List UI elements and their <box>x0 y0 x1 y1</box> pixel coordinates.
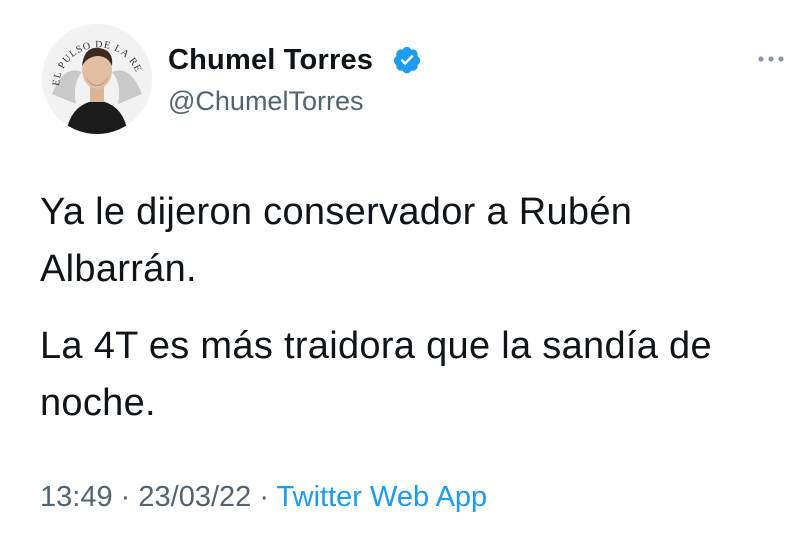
tweet-text-paragraph: La 4T es más traidora que la sandía de n… <box>40 325 712 424</box>
meta-separator: · <box>259 481 269 513</box>
tweet-source-link[interactable]: Twitter Web App <box>277 481 488 513</box>
verified-badge-icon <box>393 46 421 74</box>
meta-separator: · <box>120 481 131 513</box>
tweet-date[interactable]: 23/03/22 <box>138 481 251 513</box>
tweet-time[interactable]: 13:49 <box>40 481 113 513</box>
tweet-text-paragraph: Ya le dijeron conservador a Rubén Albarr… <box>40 191 633 290</box>
more-options-icon[interactable] <box>756 52 786 66</box>
tweet-card: EL PULSO DE LA REPÚBLICA Chumel Torres @… <box>0 0 805 538</box>
user-handle[interactable]: @ChumelTorres <box>168 86 363 117</box>
avatar[interactable]: EL PULSO DE LA REPÚBLICA <box>42 24 152 134</box>
tweet-metadata: 13:49 · 23/03/22 · Twitter Web App <box>40 481 487 514</box>
display-name[interactable]: Chumel Torres <box>168 44 373 77</box>
